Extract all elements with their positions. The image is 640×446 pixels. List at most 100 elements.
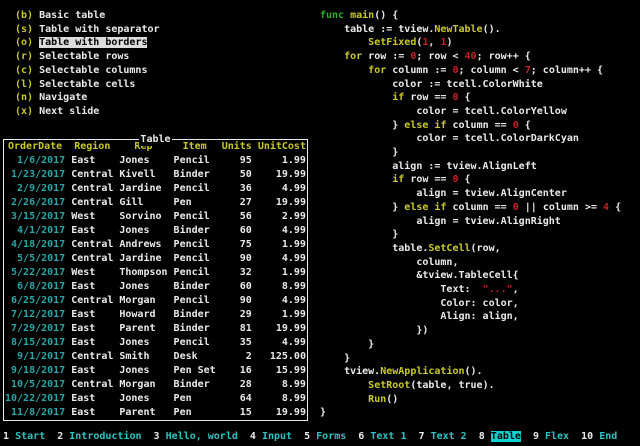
code-token: () <box>386 394 398 405</box>
code-line: color = tcell.ColorDarkCyan <box>320 132 621 146</box>
table-row: 1/6/2017EastJonesPencil951.99 <box>5 154 306 168</box>
menu-item-r[interactable]: (r) Selectable rows <box>15 50 160 64</box>
menu-shortcut-key: (x) <box>15 106 33 117</box>
code-line: if row == 0 { <box>320 173 621 187</box>
code-token <box>320 394 368 405</box>
code-line: table := tview.NewTable(). <box>320 23 621 37</box>
menu-item-b[interactable]: (b) Basic table <box>15 9 160 23</box>
table-row: 10/22/2017EastJonesPen648.99 <box>5 392 306 406</box>
code-token: { <box>459 174 471 185</box>
tab-input[interactable]: 4 Input <box>250 431 292 442</box>
table-cell: Parent <box>119 322 167 336</box>
table-cell: 5/5/2017 <box>5 252 65 266</box>
tab-label: Forms <box>316 431 346 442</box>
menu-shortcut-key: (c) <box>15 65 33 76</box>
code-line: func main() { <box>320 9 621 23</box>
code-token: row == <box>404 92 452 103</box>
menu-shortcut-key: (o) <box>15 37 33 48</box>
code-token: NewTable <box>434 24 482 35</box>
code-token: else <box>404 202 428 213</box>
table-cell: 27 <box>222 196 252 210</box>
table-cell: 2/9/2017 <box>5 182 65 196</box>
tab-forms[interactable]: 5 Forms <box>304 431 346 442</box>
table-cell: 19.99 <box>258 168 306 182</box>
table-header-cell: OrderDate <box>5 140 65 154</box>
table-cell: Jones <box>119 154 167 168</box>
code-token: &tview.TableCell{ <box>320 270 519 281</box>
table-cell: 3/15/2017 <box>5 210 65 224</box>
tab-text-2[interactable]: 7 Text 2 <box>419 431 467 442</box>
code-token: Run <box>368 394 386 405</box>
menu-item-label: Basic table <box>39 10 105 21</box>
menu-shortcut-key: (b) <box>15 10 33 21</box>
table-cell: 29 <box>222 308 252 322</box>
tab-introduction[interactable]: 2 Introduction <box>57 431 141 442</box>
table-cell: Binder <box>174 224 216 238</box>
tab-start[interactable]: 1 Start <box>3 431 45 442</box>
table-cell: Jones <box>119 336 167 350</box>
table-cell: 4/18/2017 <box>5 238 65 252</box>
tab-number: 2 <box>57 431 63 442</box>
table-cell: East <box>71 280 113 294</box>
table-cell: 4.99 <box>258 224 306 238</box>
code-line: } else if column == 0 { <box>320 119 621 133</box>
table-cell: 60 <box>222 224 252 238</box>
menu-item-o[interactable]: (o) Table with borders <box>15 36 160 50</box>
tab-text-1[interactable]: 6 Text 1 <box>358 431 406 442</box>
code-token: if <box>434 120 446 131</box>
code-line: align = tview.AlignRight <box>320 215 621 229</box>
table-cell: Central <box>71 196 113 210</box>
table-cell: East <box>71 392 113 406</box>
menu-item-c[interactable]: (c) Selectable columns <box>15 64 160 78</box>
code-line: column, <box>320 256 621 270</box>
code-token: else <box>404 120 428 131</box>
code-token: (). <box>483 24 501 35</box>
menu-item-s[interactable]: (s) Table with separator <box>15 23 160 37</box>
table-cell: Jardine <box>119 182 167 196</box>
code-token: Color: color, <box>320 298 519 309</box>
tab-label: Text 1 <box>370 431 406 442</box>
code-token: { <box>459 92 471 103</box>
code-token: ) <box>446 37 452 48</box>
table-cell: 19.99 <box>258 322 306 336</box>
tab-end[interactable]: 10 End <box>581 431 617 442</box>
table-cell: 35 <box>222 336 252 350</box>
table-cell: Jones <box>119 224 167 238</box>
code-token: func <box>320 10 344 21</box>
table-row: 6/25/2017CentralMorganPencil904.99 <box>5 294 306 308</box>
table-cell: 19.99 <box>258 196 306 210</box>
table-cell: 4.99 <box>258 182 306 196</box>
table-cell: 10/5/2017 <box>5 378 65 392</box>
tab-label: Text 2 <box>431 431 467 442</box>
code-token: if <box>392 174 404 185</box>
code-line: } <box>320 228 621 242</box>
menu-item-l[interactable]: (l) Selectable cells <box>15 78 160 92</box>
menu-item-n[interactable]: (n) Navigate <box>15 91 160 105</box>
code-token: (row, <box>471 243 501 254</box>
code-token: row := <box>362 51 410 62</box>
code-token: ; column < <box>459 65 525 76</box>
code-token <box>320 92 392 103</box>
tab-flex[interactable]: 9 Flex <box>533 431 569 442</box>
code-line: Run() <box>320 393 621 407</box>
code-token: } <box>320 229 398 240</box>
menu-item-x[interactable]: (x) Next slide <box>15 105 160 119</box>
table-cell: 10/22/2017 <box>5 392 65 406</box>
tab-table[interactable]: 8 Table <box>479 431 521 442</box>
code-token: if <box>434 202 446 213</box>
table-cell: 7/12/2017 <box>5 308 65 322</box>
table-cell: Jones <box>119 392 167 406</box>
table-cell: 15 <box>222 406 252 420</box>
code-token: color = tcell.ColorDarkCyan <box>320 133 579 144</box>
table-cell: Pen <box>174 392 216 406</box>
tab-hello-world[interactable]: 3 Hello, world <box>154 431 238 442</box>
table-cell: 5/22/2017 <box>5 266 65 280</box>
table-cell: 1.99 <box>258 238 306 252</box>
table-row: 9/18/2017EastJonesPen Set1615.99 <box>5 364 306 378</box>
table-cell: Central <box>71 182 113 196</box>
code-line: color = tcell.ColorYellow <box>320 105 621 119</box>
table-cell: Pencil <box>174 336 216 350</box>
tab-number: 5 <box>304 431 310 442</box>
code-line: Align: align, <box>320 310 621 324</box>
table-cell: 11/8/2017 <box>5 406 65 420</box>
